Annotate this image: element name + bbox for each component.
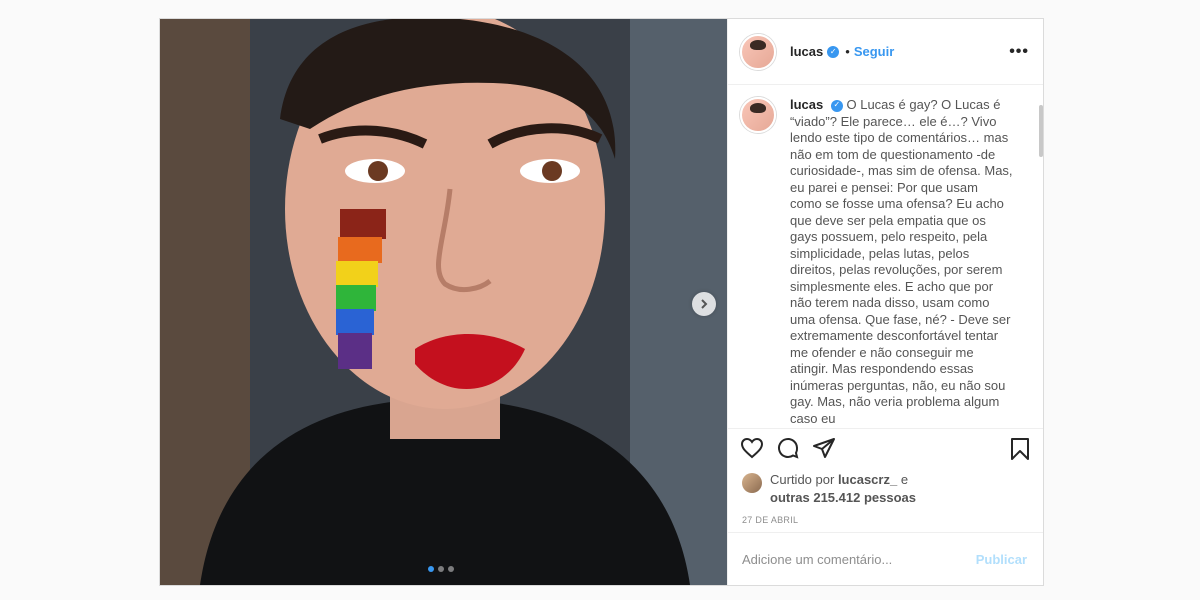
verified-icon: ✓ xyxy=(830,99,843,112)
caption: lucas ✓ O Lucas é gay? O Lucas é “viado”… xyxy=(740,97,1013,427)
likes-prefix: Curtido por xyxy=(770,472,835,487)
separator: • xyxy=(845,44,850,59)
carousel-next-button[interactable] xyxy=(692,292,716,316)
verified-icon: ✓ xyxy=(827,45,840,58)
add-comment-bar: Adicione um comentário... Publicar xyxy=(728,532,1043,585)
post-card: lucas ✓ • Seguir ••• lucas ✓ O Lucas é g… xyxy=(159,18,1044,586)
post-photo xyxy=(160,19,727,585)
caption-username[interactable]: lucas xyxy=(790,97,823,112)
follow-button[interactable]: Seguir xyxy=(854,44,894,59)
likes-text: Curtido por lucascrz_ e outras 215.412 p… xyxy=(770,471,920,507)
username[interactable]: lucas xyxy=(790,44,823,59)
likes-conjunction: e xyxy=(900,472,909,487)
comment-input[interactable]: Adicione um comentário... xyxy=(742,552,892,567)
likes-count[interactable]: outras 215.412 pessoas xyxy=(770,490,916,505)
comment-icon[interactable] xyxy=(776,436,800,460)
post-media[interactable] xyxy=(160,19,727,585)
heart-icon[interactable] xyxy=(740,436,764,460)
avatar[interactable] xyxy=(740,97,776,133)
publish-button[interactable]: Publicar xyxy=(976,552,1027,567)
caption-body: O Lucas é gay? O Lucas é “viado”? Ele pa… xyxy=(790,97,1013,426)
avatar[interactable] xyxy=(740,33,776,70)
scrollbar[interactable] xyxy=(1039,105,1043,157)
carousel-indicator xyxy=(428,566,454,572)
post-header: lucas ✓ • Seguir ••• xyxy=(728,19,1043,85)
share-icon[interactable] xyxy=(812,436,836,460)
likes-summary: Curtido por lucascrz_ e outras 215.412 p… xyxy=(728,467,1043,507)
bookmark-icon[interactable] xyxy=(1009,437,1031,461)
caption-text: lucas ✓ O Lucas é gay? O Lucas é “viado”… xyxy=(790,97,1013,427)
carousel-dot xyxy=(438,566,444,572)
carousel-dot xyxy=(448,566,454,572)
chevron-right-icon xyxy=(701,299,708,309)
post-sidebar: lucas ✓ • Seguir ••• lucas ✓ O Lucas é g… xyxy=(727,19,1043,585)
action-bar xyxy=(728,429,1043,467)
liker-username[interactable]: lucascrz_ xyxy=(838,472,897,487)
liker-avatar[interactable] xyxy=(742,473,762,493)
more-options-icon[interactable]: ••• xyxy=(1009,43,1029,61)
carousel-dot xyxy=(428,566,434,572)
post-date[interactable]: 27 DE ABRIL xyxy=(728,507,1043,525)
comments-section[interactable]: lucas ✓ O Lucas é gay? O Lucas é “viado”… xyxy=(728,85,1043,429)
